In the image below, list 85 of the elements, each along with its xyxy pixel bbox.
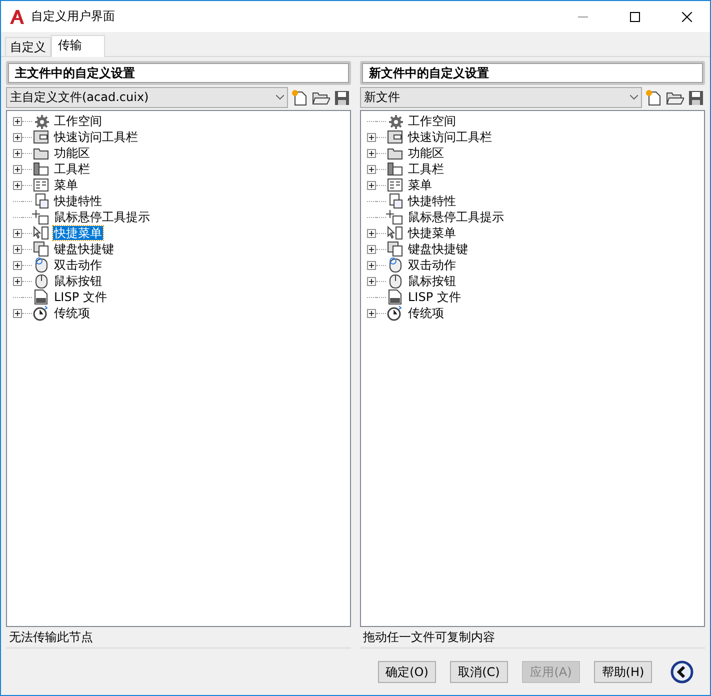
tree-item[interactable]: 鼠标悬停工具提示 bbox=[53, 210, 151, 224]
expand-icon[interactable] bbox=[13, 164, 22, 174]
tree-item[interactable]: 快捷特性 bbox=[53, 194, 103, 208]
tree-item[interactable]: 菜单 bbox=[53, 178, 79, 192]
save-icon[interactable] bbox=[333, 88, 351, 106]
tree-item[interactable]: 双击动作 bbox=[407, 258, 457, 272]
tooltip-icon bbox=[32, 209, 50, 225]
window-title: 自定义用户界面 bbox=[31, 8, 116, 25]
tree-item[interactable]: 快速访问工具栏 bbox=[53, 130, 139, 144]
tab[interactable]: 传输 bbox=[51, 35, 105, 57]
tree-item[interactable]: 传统项 bbox=[407, 306, 445, 320]
gear-icon bbox=[386, 113, 404, 129]
tree-item[interactable]: 快捷特性 bbox=[407, 194, 457, 208]
close-icon[interactable] bbox=[682, 12, 692, 22]
expand-icon[interactable] bbox=[367, 148, 376, 158]
dialog-button[interactable]: 确定(O) bbox=[378, 661, 436, 683]
cursor-menu-icon bbox=[386, 225, 404, 241]
clock-icon bbox=[32, 305, 50, 321]
tree-item[interactable]: 传统项 bbox=[53, 306, 91, 320]
tree-item[interactable]: 菜单 bbox=[407, 178, 433, 192]
tree-item[interactable]: 鼠标按钮 bbox=[407, 274, 457, 288]
status-text: 拖动任一文件可复制内容 bbox=[360, 627, 705, 649]
tree-item[interactable]: 工作空间 bbox=[53, 114, 103, 128]
panel-header: 新文件中的自定义设置 bbox=[360, 61, 705, 85]
expand-icon[interactable] bbox=[13, 244, 22, 254]
window-icon bbox=[32, 129, 50, 145]
cursor-menu-icon bbox=[32, 225, 50, 241]
file-icon bbox=[386, 289, 404, 305]
caret-icon bbox=[276, 95, 284, 100]
tree-item[interactable]: 键盘快捷键 bbox=[53, 242, 115, 256]
toolbar-icon bbox=[386, 161, 404, 177]
expand-icon[interactable] bbox=[13, 116, 22, 126]
tree-item[interactable]: 键盘快捷键 bbox=[407, 242, 469, 256]
panel-header: 主文件中的自定义设置 bbox=[6, 61, 351, 85]
menu-icon bbox=[386, 177, 404, 193]
menu-icon bbox=[32, 177, 50, 193]
expand-icon[interactable] bbox=[13, 180, 22, 190]
gear-icon bbox=[32, 113, 50, 129]
file-icon bbox=[32, 289, 50, 305]
expand-icon[interactable] bbox=[367, 228, 376, 238]
expand-icon[interactable] bbox=[13, 228, 22, 238]
maximize-icon[interactable] bbox=[630, 12, 640, 22]
expand-icon[interactable] bbox=[367, 308, 376, 318]
expand-icon[interactable] bbox=[13, 132, 22, 142]
tree-item[interactable]: 工具栏 bbox=[53, 162, 91, 176]
expand-icon[interactable] bbox=[367, 180, 376, 190]
tab[interactable]: 自定义 bbox=[5, 37, 51, 56]
dialog-button[interactable]: 帮助(H) bbox=[594, 661, 652, 683]
caret-icon bbox=[630, 95, 638, 100]
expand-icon[interactable] bbox=[367, 244, 376, 254]
window-icon bbox=[386, 129, 404, 145]
new-file-icon[interactable] bbox=[291, 88, 309, 106]
tree-item[interactable]: LISP 文件 bbox=[53, 290, 108, 304]
app-logo bbox=[9, 8, 25, 24]
expand-icon[interactable] bbox=[13, 308, 22, 318]
tree-item[interactable]: 功能区 bbox=[407, 146, 445, 160]
expand-icon[interactable] bbox=[13, 276, 22, 286]
tree-item[interactable]: 工具栏 bbox=[407, 162, 445, 176]
tree-item[interactable]: 双击动作 bbox=[53, 258, 103, 272]
save-icon[interactable] bbox=[687, 88, 705, 106]
toolbar-icon bbox=[32, 161, 50, 177]
tree-item[interactable]: 快捷菜单 bbox=[407, 226, 457, 240]
status-text: 无法传输此节点 bbox=[6, 627, 351, 649]
tree-item[interactable]: 工作空间 bbox=[407, 114, 457, 128]
clock-icon bbox=[386, 305, 404, 321]
expand-icon[interactable] bbox=[367, 276, 376, 286]
expand-icon[interactable] bbox=[13, 148, 22, 158]
new-file-icon[interactable] bbox=[645, 88, 663, 106]
expand-icon[interactable] bbox=[13, 260, 22, 270]
file-dropdown[interactable]: 新文件 bbox=[360, 87, 642, 108]
dialog-button[interactable]: 取消(C) bbox=[450, 661, 508, 683]
expand-icon[interactable] bbox=[367, 164, 376, 174]
tree-item[interactable]: 鼠标按钮 bbox=[53, 274, 103, 288]
expand-icon[interactable] bbox=[367, 132, 376, 142]
tree-item[interactable]: 快捷菜单 bbox=[53, 226, 103, 240]
tooltip-icon bbox=[386, 209, 404, 225]
expand-icon[interactable] bbox=[367, 260, 376, 270]
file-dropdown[interactable]: 主自定义文件(acad.cuix) bbox=[6, 87, 288, 108]
key-icon bbox=[386, 241, 404, 257]
tree-item[interactable]: 鼠标悬停工具提示 bbox=[407, 210, 505, 224]
tree-item[interactable]: LISP 文件 bbox=[407, 290, 462, 304]
back-icon[interactable] bbox=[670, 660, 694, 684]
key-icon bbox=[32, 241, 50, 257]
tree-item[interactable]: 功能区 bbox=[53, 146, 91, 160]
tree-item[interactable]: 快速访问工具栏 bbox=[407, 130, 493, 144]
